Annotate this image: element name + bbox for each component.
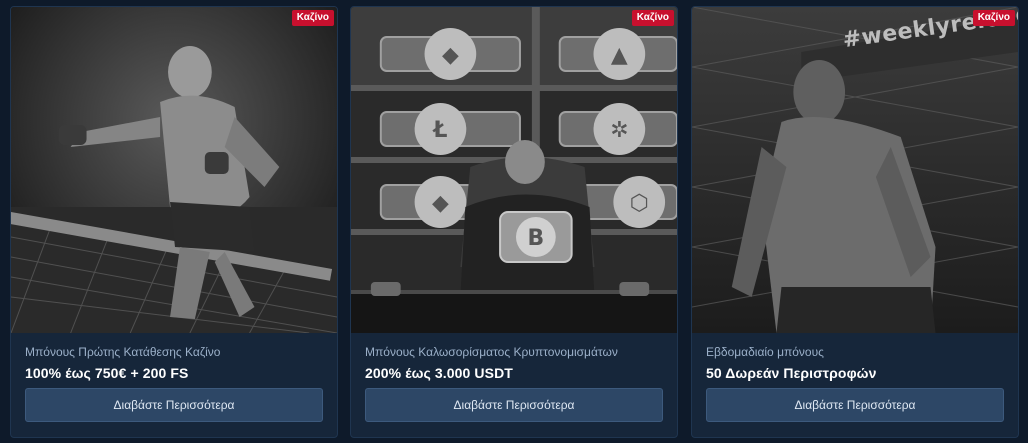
promo-subtitle: Μπόνους Πρώτης Κατάθεσης Καζίνο — [25, 345, 221, 359]
read-more-button[interactable]: Διαβάστε Περισσότερα — [25, 388, 323, 422]
svg-text:▲: ▲ — [611, 43, 628, 68]
promo-card-weekly-reload[interactable]: #weeklyreload Καζίνο Εβδομαδιαίο μπόνους… — [691, 6, 1019, 438]
promo-subtitle: Εβδομαδιαίο μπόνους — [706, 345, 824, 359]
casino-badge: Καζίνο — [631, 10, 674, 26]
svg-text:◆: ◆ — [442, 43, 459, 68]
fighter-weekly-reload-image[interactable]: #weeklyreload Καζίνο — [692, 7, 1018, 333]
read-more-button[interactable]: Διαβάστε Περισσότερα — [365, 388, 663, 422]
promo-title: 200% έως 3.000 USDT — [365, 365, 513, 381]
svg-text:⬡: ⬡ — [630, 191, 649, 216]
svg-text:Ł: Ł — [432, 118, 447, 143]
crypto-belts-image[interactable]: ◆ ▲ Ł ✲ ◆ ⬡ B Καζίνο — [351, 7, 677, 333]
promo-title: 50 Δωρεάν Περιστροφών — [706, 365, 877, 381]
casino-badge: Καζίνο — [972, 10, 1015, 26]
read-more-button[interactable]: Διαβάστε Περισσότερα — [706, 388, 1004, 422]
promo-card-crypto-welcome[interactable]: ◆ ▲ Ł ✲ ◆ ⬡ B Καζίνο Μπόνους Καλωσορίσμα… — [350, 6, 678, 438]
promo-cards: Καζίνο Μπόνους Πρώτης Κατάθεσης Καζίνο 1… — [0, 0, 1028, 443]
promo-card-first-deposit[interactable]: Καζίνο Μπόνους Πρώτης Κατάθεσης Καζίνο 1… — [10, 6, 338, 438]
promo-subtitle: Μπόνους Καλωσορίσματος Κρυπτονομισμάτων — [365, 345, 618, 359]
promo-title: 100% έως 750€ + 200 FS — [25, 365, 189, 381]
svg-text:B: B — [528, 226, 545, 251]
fighter-on-cage-image[interactable]: Καζίνο — [11, 7, 337, 333]
svg-text:◆: ◆ — [432, 191, 449, 216]
svg-text:✲: ✲ — [610, 118, 628, 143]
casino-badge: Καζίνο — [291, 10, 334, 26]
